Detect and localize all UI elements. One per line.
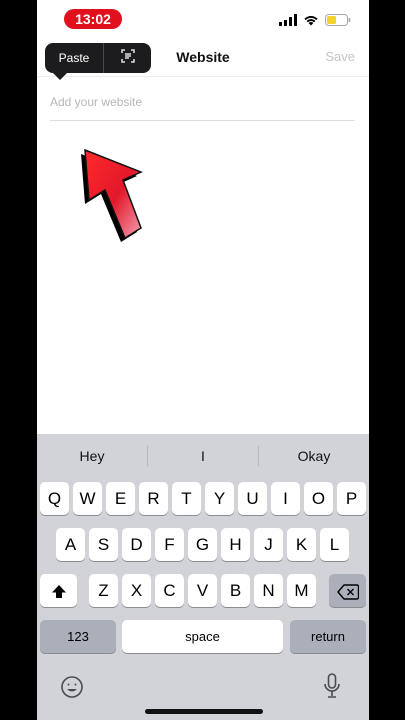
key-q[interactable]: Q (40, 482, 69, 515)
return-key[interactable]: return (290, 620, 366, 653)
key-d[interactable]: D (122, 528, 151, 561)
key-h[interactable]: H (221, 528, 250, 561)
shift-icon (51, 581, 67, 600)
key-b[interactable]: B (221, 574, 250, 607)
keyboard: Hey I Okay Q W E R T Y U I O P A S D F G… (37, 434, 369, 720)
suggestion-item[interactable]: I (148, 434, 258, 476)
suggestion-bar: Hey I Okay (37, 434, 369, 476)
backspace-icon (336, 583, 359, 600)
key-t[interactable]: T (172, 482, 201, 515)
edit-menu: Paste (45, 43, 151, 73)
dictation-button[interactable] (323, 673, 341, 704)
suggestion-item[interactable]: Hey (37, 434, 147, 476)
wifi-icon (303, 13, 319, 31)
key-s[interactable]: S (89, 528, 118, 561)
key-o[interactable]: O (304, 482, 333, 515)
status-time: 13:02 (64, 9, 122, 29)
backspace-key[interactable] (329, 574, 366, 607)
phone-screen: 13:02 Website Save Paste Add your websit… (37, 0, 369, 720)
scan-text-button[interactable] (104, 43, 151, 73)
emoji-button[interactable] (60, 675, 84, 704)
home-indicator (145, 709, 263, 714)
key-m[interactable]: M (287, 574, 316, 607)
key-u[interactable]: U (238, 482, 267, 515)
key-n[interactable]: N (254, 574, 283, 607)
status-bar: 13:02 (37, 0, 369, 38)
key-y[interactable]: Y (205, 482, 234, 515)
battery-icon (325, 13, 351, 31)
emoji-icon (60, 676, 84, 703)
key-j[interactable]: J (254, 528, 283, 561)
scan-text-icon (120, 48, 135, 68)
save-button[interactable]: Save (325, 38, 355, 76)
key-c[interactable]: C (155, 574, 184, 607)
key-x[interactable]: X (122, 574, 151, 607)
paste-button[interactable]: Paste (45, 43, 104, 73)
microphone-icon (323, 673, 341, 703)
website-input[interactable] (50, 84, 355, 121)
shift-key[interactable] (40, 574, 77, 607)
cellular-signal-icon (279, 13, 297, 31)
red-arrow-pointer-icon (59, 140, 149, 249)
space-key[interactable]: space (122, 620, 283, 653)
suggestion-item[interactable]: Okay (259, 434, 369, 476)
key-e[interactable]: E (106, 482, 135, 515)
key-a[interactable]: A (56, 528, 85, 561)
key-f[interactable]: F (155, 528, 184, 561)
key-z[interactable]: Z (89, 574, 118, 607)
key-r[interactable]: R (139, 482, 168, 515)
key-l[interactable]: L (320, 528, 349, 561)
numbers-key[interactable]: 123 (40, 620, 116, 653)
key-w[interactable]: W (73, 482, 102, 515)
key-k[interactable]: K (287, 528, 316, 561)
edit-menu-pointer (53, 73, 67, 80)
key-g[interactable]: G (188, 528, 217, 561)
key-v[interactable]: V (188, 574, 217, 607)
key-p[interactable]: P (337, 482, 366, 515)
key-i[interactable]: I (271, 482, 300, 515)
